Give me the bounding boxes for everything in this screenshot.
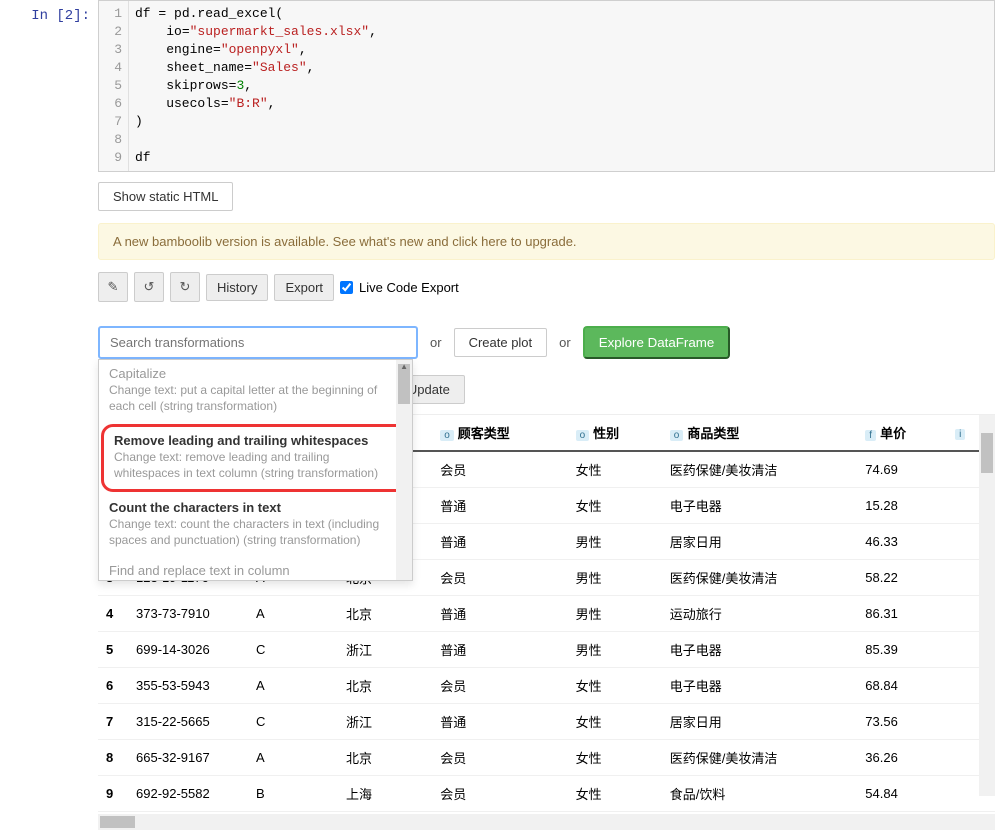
dropdown-item-capitalize[interactable]: Capitalize Change text: put a capital le… — [99, 360, 412, 422]
vertical-scrollbar[interactable] — [979, 415, 995, 796]
table-row[interactable]: 7 315-22-5665 C 浙江 普通 女性 居家日用 73.56 — [98, 704, 995, 740]
history-button[interactable]: History — [206, 274, 268, 301]
table-row[interactable]: 9 692-92-5582 B 上海 会员 女性 食品/饮料 54.84 — [98, 776, 995, 812]
col-customer-type[interactable]: o顾客类型 — [432, 415, 567, 451]
table-row[interactable]: 8 665-32-9167 A 北京 会员 女性 医药保健/美妆清洁 36.26 — [98, 740, 995, 776]
or-label-2: or — [559, 335, 571, 350]
or-label: or — [430, 335, 442, 350]
col-product-type[interactable]: o商品类型 — [662, 415, 858, 451]
line-gutter: 123456789 — [99, 1, 129, 171]
live-code-export-label: Live Code Export — [359, 280, 459, 295]
dropdown-scrollbar[interactable] — [396, 360, 412, 580]
explore-dataframe-button[interactable]: Explore DataFrame — [583, 326, 731, 359]
code-input-area[interactable]: 123456789 df = pd.read_excel( io="superm… — [98, 0, 995, 172]
dropdown-item-count-chars[interactable]: Count the characters in text Change text… — [99, 494, 412, 556]
undo-icon[interactable]: ↺ — [134, 272, 164, 302]
table-row[interactable]: 4 373-73-7910 A 北京 普通 男性 运动旅行 86.31 — [98, 596, 995, 632]
code-content[interactable]: df = pd.read_excel( io="supermarkt_sales… — [129, 1, 994, 171]
table-row[interactable]: 6 355-53-5943 A 北京 会员 女性 电子电器 68.84 — [98, 668, 995, 704]
horizontal-scrollbar[interactable] — [98, 814, 995, 830]
dropdown-item-find-replace[interactable]: Find and replace text in column — [99, 557, 412, 580]
edit-icon[interactable]: ✎ — [98, 272, 128, 302]
upgrade-alert[interactable]: A new bamboolib version is available. Se… — [98, 223, 995, 260]
live-code-export-checkbox[interactable] — [340, 281, 353, 294]
show-static-html-button[interactable]: Show static HTML — [98, 182, 233, 211]
export-button[interactable]: Export — [274, 274, 334, 301]
redo-icon[interactable]: ↻ — [170, 272, 200, 302]
dropdown-item-remove-whitespace[interactable]: Remove leading and trailing whitespaces … — [101, 424, 410, 492]
table-row[interactable]: 5 699-14-3026 C 浙江 普通 男性 电子电器 85.39 — [98, 632, 995, 668]
col-price[interactable]: f单价 — [857, 415, 947, 451]
transformations-dropdown: Capitalize Change text: put a capital le… — [98, 359, 413, 581]
col-gender[interactable]: o性别 — [568, 415, 662, 451]
create-plot-button[interactable]: Create plot — [454, 328, 548, 357]
cell-prompt: In [2]: — [0, 0, 98, 172]
search-transformations-input[interactable] — [98, 326, 418, 359]
